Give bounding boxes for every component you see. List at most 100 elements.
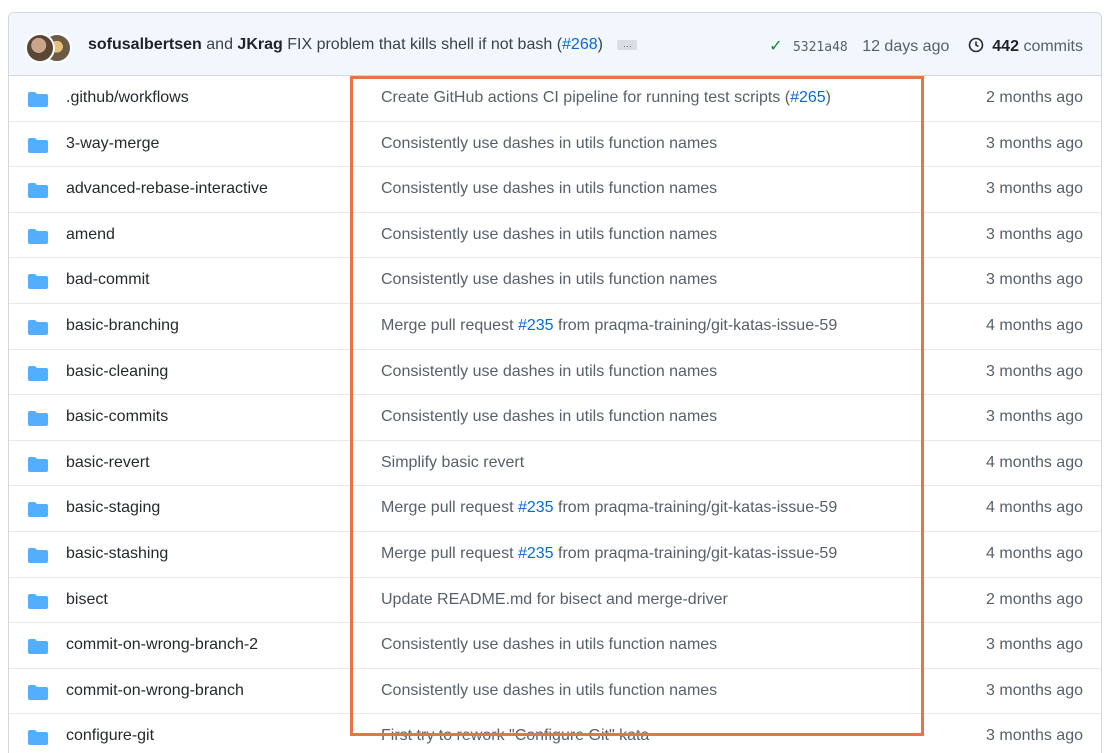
- commit-message-text[interactable]: Update README.md for bisect and merge-dr…: [381, 591, 728, 608]
- file-row[interactable]: configure-git First try to rework "Config…: [9, 714, 1101, 753]
- commit-message-link[interactable]: FIX problem that kills shell if not bash: [287, 36, 552, 53]
- commit-age: 4 months ago: [986, 453, 1083, 471]
- folder-icon: [28, 137, 48, 153]
- commit-message[interactable]: Merge pull request #235 from praqma-trai…: [381, 499, 837, 517]
- file-row[interactable]: basic-cleaning Consistently use dashes in…: [9, 350, 1101, 396]
- file-name-link[interactable]: basic-branching: [66, 317, 179, 335]
- pr-link[interactable]: #265: [790, 89, 826, 106]
- file-row[interactable]: basic-staging Merge pull request #235 fro…: [9, 486, 1101, 532]
- commit-message[interactable]: Update README.md for bisect and merge-dr…: [381, 591, 728, 609]
- commit-message[interactable]: Consistently use dashes in utils functio…: [381, 682, 717, 700]
- file-row[interactable]: commit-on-wrong-branch Consistently use d…: [9, 669, 1101, 715]
- file-name-link[interactable]: commit-on-wrong-branch: [66, 682, 244, 700]
- commit-message-text[interactable]: Consistently use dashes in utils functio…: [381, 180, 717, 197]
- commit-message-text[interactable]: Consistently use dashes in utils functio…: [381, 682, 717, 699]
- commit-age: 3 months ago: [986, 636, 1083, 654]
- commit-message-text[interactable]: ): [826, 89, 831, 106]
- folder-icon: [28, 593, 48, 609]
- commit-message-text[interactable]: Consistently use dashes in utils functio…: [381, 363, 717, 380]
- commit-message-text[interactable]: Consistently use dashes in utils functio…: [381, 408, 717, 425]
- commit-meta: ✓ 5321a48 12 days ago 442 commits: [769, 36, 1083, 56]
- file-row[interactable]: bisect Update README.md for bisect and me…: [9, 578, 1101, 624]
- file-list: .github/workflows Create GitHub actions C…: [9, 76, 1101, 753]
- expand-message-button[interactable]: …: [617, 39, 638, 50]
- check-icon[interactable]: ✓: [769, 38, 782, 55]
- commit-message[interactable]: Consistently use dashes in utils functio…: [381, 636, 717, 654]
- folder-icon: [28, 365, 48, 381]
- commit-message-text[interactable]: Consistently use dashes in utils functio…: [381, 636, 717, 653]
- file-row[interactable]: basic-commits Consistently use dashes in …: [9, 395, 1101, 441]
- file-name-link[interactable]: bisect: [66, 591, 108, 609]
- file-name-link[interactable]: bad-commit: [66, 271, 150, 289]
- commit-message-text[interactable]: Consistently use dashes in utils functio…: [381, 271, 717, 288]
- commit-message[interactable]: Simplify basic revert: [381, 454, 524, 472]
- commit-age: 3 months ago: [986, 225, 1083, 243]
- folder-icon: [28, 274, 48, 290]
- commit-message-text[interactable]: Consistently use dashes in utils functio…: [381, 135, 717, 152]
- commit-message-text[interactable]: Merge pull request: [381, 545, 518, 562]
- file-name-link[interactable]: amend: [66, 226, 115, 244]
- file-row[interactable]: bad-commit Consistently use dashes in uti…: [9, 258, 1101, 304]
- avatar[interactable]: [25, 33, 55, 63]
- commit-message-text[interactable]: Consistently use dashes in utils functio…: [381, 226, 717, 243]
- commit-message-text[interactable]: Merge pull request: [381, 499, 518, 516]
- file-row[interactable]: .github/workflows Create GitHub actions C…: [9, 76, 1101, 122]
- file-name-link[interactable]: basic-revert: [66, 454, 150, 472]
- folder-icon: [28, 183, 48, 199]
- commit-message[interactable]: Create GitHub actions CI pipeline for ru…: [381, 89, 831, 107]
- commit-message[interactable]: Consistently use dashes in utils functio…: [381, 135, 717, 153]
- commit-age: 3 months ago: [986, 727, 1083, 745]
- file-row[interactable]: basic-branching Merge pull request #235 f…: [9, 304, 1101, 350]
- commit-age: 3 months ago: [986, 134, 1083, 152]
- author-link[interactable]: sofusalbertsen: [88, 36, 202, 53]
- folder-icon: [28, 92, 48, 107]
- commits-link[interactable]: 442 commits: [992, 38, 1083, 55]
- file-name-link[interactable]: basic-staging: [66, 499, 160, 517]
- commit-age: 4 months ago: [986, 499, 1083, 517]
- file-name-link[interactable]: basic-commits: [66, 408, 168, 426]
- commit-age: 3 months ago: [986, 362, 1083, 380]
- file-name-link[interactable]: basic-stashing: [66, 545, 168, 563]
- latest-commit-bar: sofusalbertsen and JKrag FIX problem tha…: [9, 13, 1101, 76]
- commit-age: 12 days ago: [862, 38, 950, 55]
- commit-age: 4 months ago: [986, 316, 1083, 334]
- commit-message-text[interactable]: from praqma-training/git-katas-issue-59: [554, 545, 837, 562]
- commit-message[interactable]: Consistently use dashes in utils functio…: [381, 363, 717, 381]
- folder-icon: [28, 547, 48, 563]
- pr-paren-close: ): [597, 36, 603, 53]
- pr-link[interactable]: #235: [518, 499, 554, 516]
- commit-age: 3 months ago: [986, 681, 1083, 699]
- file-row[interactable]: basic-stashing Merge pull request #235 fr…: [9, 532, 1101, 578]
- file-row[interactable]: commit-on-wrong-branch-2 Consistently use…: [9, 623, 1101, 669]
- commit-message-text[interactable]: Merge pull request: [381, 317, 518, 334]
- file-name-link[interactable]: 3-way-merge: [66, 135, 159, 153]
- file-row[interactable]: 3-way-merge Consistently use dashes in ut…: [9, 122, 1101, 168]
- commit-message[interactable]: Consistently use dashes in utils functio…: [381, 180, 717, 198]
- commit-message-text[interactable]: from praqma-training/git-katas-issue-59: [554, 499, 837, 516]
- commit-message[interactable]: Merge pull request #235 from praqma-trai…: [381, 545, 837, 563]
- folder-icon: [28, 639, 48, 655]
- file-row[interactable]: amend Consistently use dashes in utils fu…: [9, 213, 1101, 259]
- pr-link[interactable]: #235: [518, 545, 554, 562]
- file-name-link[interactable]: advanced-rebase-interactive: [66, 180, 268, 198]
- commit-message[interactable]: Consistently use dashes in utils functio…: [381, 408, 717, 426]
- author-link[interactable]: JKrag: [237, 36, 282, 53]
- file-row[interactable]: basic-revert Simplify basic revert 4 month…: [9, 441, 1101, 487]
- commit-message-text[interactable]: First try to rework "Configure Git" kata: [381, 727, 649, 744]
- file-name-link[interactable]: .github/workflows: [66, 89, 189, 107]
- commit-sha-link[interactable]: 5321a48: [793, 40, 848, 55]
- file-row[interactable]: advanced-rebase-interactive Consistently …: [9, 167, 1101, 213]
- commit-message-text[interactable]: Simplify basic revert: [381, 454, 524, 471]
- pr-link[interactable]: #268: [562, 36, 598, 53]
- commit-message[interactable]: Consistently use dashes in utils functio…: [381, 271, 717, 289]
- file-name-link[interactable]: commit-on-wrong-branch-2: [66, 636, 258, 654]
- file-name-link[interactable]: basic-cleaning: [66, 363, 168, 381]
- commit-message[interactable]: Merge pull request #235 from praqma-trai…: [381, 317, 837, 335]
- commit-age: 2 months ago: [986, 590, 1083, 608]
- file-name-link[interactable]: configure-git: [66, 727, 154, 745]
- commit-message-text[interactable]: Create GitHub actions CI pipeline for ru…: [381, 89, 790, 106]
- commit-message[interactable]: Consistently use dashes in utils functio…: [381, 226, 717, 244]
- commit-message[interactable]: First try to rework "Configure Git" kata: [381, 727, 649, 745]
- commit-message-text[interactable]: from praqma-training/git-katas-issue-59: [554, 317, 837, 334]
- pr-link[interactable]: #235: [518, 317, 554, 334]
